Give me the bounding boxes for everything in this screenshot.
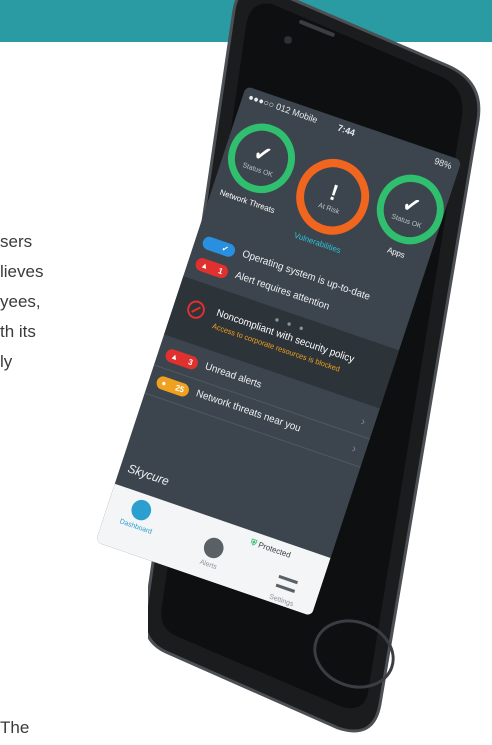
article-line: yees, (0, 292, 41, 311)
check-icon: ✓ (220, 243, 230, 255)
alert-pill: ▲ 3 (163, 347, 200, 372)
location-icon: ● (160, 378, 168, 389)
blocked-icon (184, 298, 208, 322)
check-icon: ✓ (399, 189, 425, 220)
check-icon: ✓ (250, 138, 276, 169)
dashboard-icon (128, 497, 154, 523)
article-line: th its (0, 322, 36, 341)
warning-icon: ! (326, 178, 342, 206)
tab-alerts[interactable]: Alerts (179, 529, 245, 578)
article-line: ly (0, 352, 13, 371)
brand-logo: Skycure (126, 461, 171, 489)
clock: 7:44 (336, 122, 357, 138)
threat-count: 25 (174, 383, 186, 395)
battery-level: 98% (433, 155, 454, 172)
phone-mockup: ●●●○○ 012 Mobile 7:44 98% ✓ Status OK ! … (95, 0, 492, 740)
alert-icon (201, 535, 227, 561)
protected-status: ⛨ Protected (249, 538, 292, 561)
vulnerabilities-gauge[interactable]: ! At Risk (286, 149, 379, 245)
tab-dashboard[interactable]: Dashboard (107, 491, 173, 540)
tab-label: Alerts (198, 558, 218, 572)
chevron-right-icon: › (350, 440, 359, 456)
chevron-right-icon: › (359, 413, 368, 429)
network-threats-gauge[interactable]: ✓ Status OK (219, 114, 304, 203)
article-line: sers (0, 232, 33, 251)
alert-count: 1 (217, 266, 225, 277)
article-line: lieves (0, 262, 44, 281)
protected-label: Protected (257, 540, 292, 560)
article-line: The (0, 718, 30, 737)
menu-icon (275, 574, 298, 593)
tab-label: Dashboard (118, 518, 153, 536)
warning-icon: ▲ (199, 260, 210, 272)
alert-count: 3 (186, 357, 194, 368)
warning-icon: ▲ (169, 351, 180, 363)
threat-pill: ● 25 (154, 374, 191, 399)
